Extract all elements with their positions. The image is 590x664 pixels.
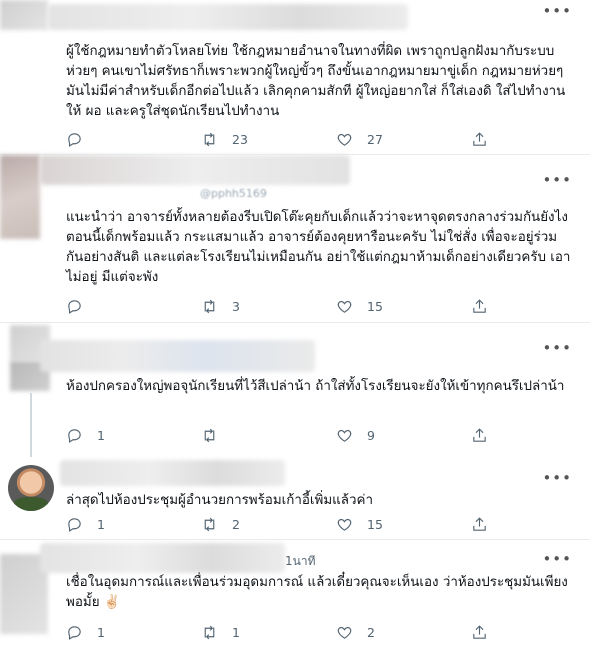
retweet-button[interactable]: 2 — [201, 516, 240, 533]
retweet-count: 1 — [232, 625, 240, 640]
like-count: 15 — [367, 299, 383, 314]
avatar[interactable] — [0, 0, 48, 30]
reply-count: 1 — [97, 517, 105, 532]
share-button[interactable] — [471, 298, 488, 315]
tweet-actions: 1 9 — [66, 427, 506, 447]
share-button[interactable] — [471, 131, 488, 148]
retweet-button[interactable] — [201, 427, 232, 444]
like-button[interactable]: 2 — [336, 624, 375, 641]
retweet-button[interactable]: 23 — [201, 131, 248, 148]
retweet-icon — [201, 427, 218, 444]
like-icon — [336, 516, 353, 533]
like-button[interactable]: 15 — [336, 298, 383, 315]
more-icon[interactable]: ••• — [542, 469, 572, 487]
reply-icon — [66, 427, 83, 444]
like-count: 15 — [367, 517, 383, 532]
tweet-actions: 1 1 2 — [66, 624, 506, 644]
reply-icon — [66, 298, 83, 315]
timestamp[interactable]: 1นาที — [285, 552, 316, 571]
tweet-actions: 1 2 15 — [66, 516, 506, 536]
reply-button[interactable] — [66, 131, 97, 148]
reply-button[interactable]: 1 — [66, 516, 105, 533]
reply-count: 1 — [97, 625, 105, 640]
more-icon[interactable]: ••• — [542, 550, 572, 568]
like-icon — [336, 298, 353, 315]
author-name-redacted — [48, 4, 408, 30]
tweet-3[interactable]: ••• ห้องปกครองใหญ่พอจุนักเรียนที่ไว้สีเป… — [0, 323, 590, 457]
like-icon — [336, 624, 353, 641]
share-icon — [471, 624, 488, 641]
more-icon[interactable]: ••• — [542, 171, 572, 189]
avatar-shirt — [14, 497, 48, 511]
tweet-actions: 23 27 — [66, 131, 506, 151]
thread-line — [30, 393, 32, 457]
like-button[interactable]: 9 — [336, 427, 375, 444]
author-name-redacted — [40, 340, 315, 372]
like-button[interactable]: 27 — [336, 131, 383, 148]
retweet-count: 2 — [232, 517, 240, 532]
reply-button[interactable]: 1 — [66, 624, 105, 641]
tweet-5[interactable]: 1นาที ••• เชื่อในอุดมการณ์และเพื่อนร่วมอ… — [0, 540, 590, 664]
like-button[interactable]: 15 — [336, 516, 383, 533]
share-button[interactable] — [471, 624, 488, 641]
retweet-count: 23 — [232, 132, 248, 147]
share-button[interactable] — [471, 427, 488, 444]
retweet-icon — [201, 624, 218, 641]
tweet-1[interactable]: ••• ผู้ใช้กฎหมายทำตัวโหลยโท่ย ใช้กฎหมายอ… — [0, 0, 590, 155]
retweet-icon — [201, 516, 218, 533]
more-icon[interactable]: ••• — [542, 2, 572, 20]
reply-button[interactable]: 1 — [66, 427, 105, 444]
reply-icon — [66, 516, 83, 533]
reply-icon — [66, 131, 83, 148]
tweet-text: ห้องปกครองใหญ่พอจุนักเรียนที่ไว้สีเปล่าน… — [66, 379, 565, 394]
share-icon — [471, 516, 488, 533]
retweet-count: 3 — [232, 299, 240, 314]
handle-text: @pphh5169 — [200, 187, 267, 200]
author-name-redacted — [40, 543, 285, 573]
avatar[interactable] — [0, 155, 40, 239]
tweet-text: ผู้ใช้กฎหมายทำตัวโหลยโท่ย ใช้กฎหมายอำนาจ… — [66, 44, 566, 119]
like-icon — [336, 131, 353, 148]
more-icon[interactable]: ••• — [542, 339, 572, 357]
like-icon — [336, 427, 353, 444]
reply-icon — [66, 624, 83, 641]
reply-button[interactable] — [66, 298, 97, 315]
retweet-button[interactable]: 3 — [201, 298, 240, 315]
share-icon — [471, 131, 488, 148]
tweet-text: ล่าสุดไปห้องประชุมผู้อำนวยการพร้อมเก้าอี… — [66, 493, 373, 508]
author-name-redacted — [40, 155, 350, 185]
like-count: 27 — [367, 132, 383, 147]
like-count: 2 — [367, 625, 375, 640]
reply-count: 1 — [97, 428, 105, 443]
tweet-actions: 3 15 — [66, 298, 506, 318]
retweet-button[interactable]: 1 — [201, 624, 240, 641]
tweet-2[interactable]: @pphh5169 ••• แนะนำว่า อาจารย์ทั้งหลายต้… — [0, 155, 590, 323]
share-button[interactable] — [471, 516, 488, 533]
retweet-icon — [201, 131, 218, 148]
like-count: 9 — [367, 428, 375, 443]
share-icon — [471, 427, 488, 444]
author-name-redacted — [60, 460, 285, 486]
tweet-4[interactable]: ••• ล่าสุดไปห้องประชุมผู้อำนวยการพร้อมเก… — [0, 457, 590, 540]
tweet-text: แนะนำว่า อาจารย์ทั้งหลายต้องรีบเปิดโต๊ะค… — [66, 210, 571, 285]
avatar[interactable] — [8, 465, 54, 511]
retweet-icon — [201, 298, 218, 315]
tweet-text: เชื่อในอุดมการณ์และเพื่อนร่วมอุดมการณ์ แ… — [66, 575, 568, 610]
share-icon — [471, 298, 488, 315]
